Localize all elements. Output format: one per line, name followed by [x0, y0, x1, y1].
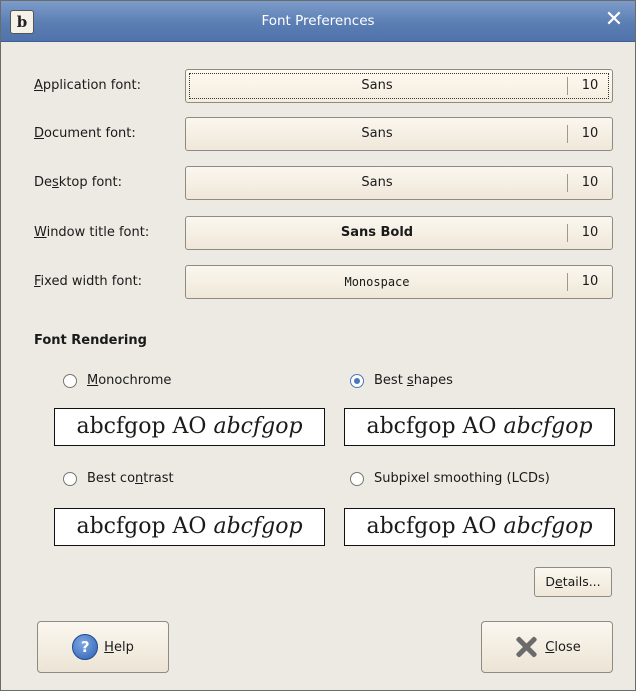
- window-title-font-button[interactable]: Sans Bold 10: [185, 216, 613, 250]
- help-icon: ?: [72, 634, 99, 660]
- row-window-title-font: Window title font: Sans Bold 10: [1, 213, 636, 253]
- window-title: Font Preferences: [261, 13, 375, 29]
- font-name: Sans: [361, 126, 393, 141]
- radio-best-contrast[interactable]: Best contrast: [63, 471, 174, 486]
- fixed-width-font-label: Fixed width font:: [34, 274, 143, 289]
- row-fixed-width-font: Fixed width font: Monospace 10: [1, 262, 636, 302]
- window-title-font-label: Window title font:: [34, 225, 150, 240]
- radio-label: Best shapes: [374, 373, 453, 388]
- row-document-font: Document font: Sans 10: [1, 114, 636, 154]
- details-button[interactable]: Details...: [534, 567, 612, 597]
- radio-label: Monochrome: [87, 373, 172, 388]
- font-name: Sans: [361, 175, 393, 190]
- radio-subpixel-smoothing[interactable]: Subpixel smoothing (LCDs): [350, 471, 550, 486]
- font-size: 10: [567, 273, 612, 291]
- row-desktop-font: Desktop font: Sans 10: [1, 163, 636, 203]
- desktop-font-label: Desktop font:: [34, 175, 123, 190]
- document-font-label: Document font:: [34, 126, 136, 141]
- font-size: 10: [567, 125, 612, 143]
- radio-label: Best contrast: [87, 471, 174, 486]
- radio-unchecked-icon: [350, 471, 364, 486]
- radio-best-shapes[interactable]: Best shapes: [350, 373, 453, 388]
- font-size: 10: [567, 77, 612, 95]
- close-window-icon[interactable]: ✕: [601, 7, 627, 33]
- font-size: 10: [567, 174, 612, 192]
- fixed-width-font-button[interactable]: Monospace 10: [185, 265, 613, 299]
- font-preferences-window: b Font Preferences ✕ Application font: S…: [0, 0, 636, 691]
- font-size: 10: [567, 224, 612, 242]
- font-name: Sans: [361, 78, 393, 93]
- application-font-button[interactable]: Sans 10: [185, 69, 613, 103]
- close-icon: [513, 634, 539, 660]
- radio-unchecked-icon: [63, 373, 77, 388]
- radio-checked-icon: [350, 373, 364, 388]
- close-label: Close: [545, 639, 581, 655]
- close-button[interactable]: Close: [481, 621, 613, 673]
- radio-unchecked-icon: [63, 471, 77, 486]
- sample-best-contrast[interactable]: abcfgop AO abcfgop: [54, 508, 325, 546]
- help-button[interactable]: ? Help: [37, 621, 169, 673]
- sample-subpixel-smoothing[interactable]: abcfgop AO abcfgop: [344, 508, 615, 546]
- document-font-button[interactable]: Sans 10: [185, 117, 613, 151]
- radio-monochrome[interactable]: Monochrome: [63, 373, 171, 388]
- font-name: Monospace: [344, 275, 410, 289]
- title-bar[interactable]: b Font Preferences ✕: [1, 1, 635, 42]
- row-application-font: Application font: Sans 10: [1, 66, 636, 106]
- application-font-label: Application font:: [34, 78, 142, 93]
- help-label: Help: [104, 639, 134, 655]
- font-name: Sans Bold: [340, 225, 414, 240]
- desktop-font-button[interactable]: Sans 10: [185, 166, 613, 200]
- sample-monochrome[interactable]: abcfgop AO abcfgop: [54, 408, 325, 446]
- sample-best-shapes[interactable]: abcfgop AO abcfgop: [344, 408, 615, 446]
- radio-label: Subpixel smoothing (LCDs): [374, 471, 550, 486]
- font-rendering-heading: Font Rendering: [34, 333, 147, 348]
